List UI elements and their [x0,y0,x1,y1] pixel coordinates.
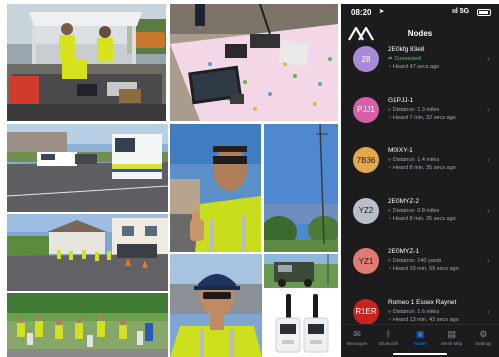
node-avatar: 7B36 [353,147,379,173]
collage-root: 08:20 ➤ ııl 5G Nodes 28 2E0kfg 83e8 ⇄ Conne… [0,0,499,357]
tab-label: Nodes [413,341,427,346]
messages-icon: ✉ [353,329,361,339]
photo-man-cap-sunglasses [170,254,262,357]
photo-meshtastic-devices [264,290,340,357]
chevron-right-icon: › [487,155,490,164]
clock-icon: ◔ [388,165,392,171]
tab-messages[interactable]: ✉ Messages [341,328,373,346]
location-arrow-icon: ➤ [379,9,385,15]
photo-table-radios [170,4,338,121]
node-heard-text: Heard 8 min, 35 secs ago [393,215,456,222]
photo-tall-antenna-mast [264,124,338,252]
node-distance: » Distance: 1.6 miles [388,309,439,315]
node-row[interactable]: YZ2 2E0MYZ-2» Distance: 0.8 miles ◔ Heard 8 … [341,197,499,248]
status-bar: 08:20 ➤ ııl 5G [341,4,499,20]
node-avatar: 28 [353,46,379,72]
tab-mesh-map[interactable]: ▤ Mesh Map [436,328,468,346]
node-distance: » Distance: 140 yards [388,258,441,264]
node-line1-text: Distance: 1.6 miles [392,308,440,315]
signal-indicator: ııl 5G [452,8,470,15]
node-name: 2E0kfg 83e8 [388,46,425,53]
node-heard-text: Heard 10 min, 59 secs ago [393,266,459,272]
tab-label: Messages [346,341,368,346]
node-distance: » Distance: 1.3 miles [388,107,439,113]
chevron-right-icon: › [487,104,490,114]
node-name: Romeo 1 Essex Raynet [388,298,457,306]
node-heard-text: Heard 47 secs ago [393,64,440,70]
node-line1-text: Distance: 0.8 miles [392,207,440,214]
node-heard-text: Heard 8 min, 35 secs ago [393,165,456,171]
node-line1-text: Distance: 1.3 miles [392,106,440,113]
node-row[interactable]: YZ1 2E0MYZ-1» Distance: 140 yards ◔ Heard 10… [341,248,499,298]
bluetooth-icon: ᛒ [385,329,392,339]
home-indicator [393,353,447,355]
node-name: G1PJJ-1 [388,96,414,104]
node-name: 2E0MYZ-2 [388,197,420,205]
distance-icon: » [388,106,391,113]
photo-landrover [264,254,338,288]
node-row[interactable]: PJJ1 G1PJJ-1» Distance: 1.3 miles ◔ Heard 7 … [341,96,499,147]
tab-label: Bluetooth [379,341,399,346]
battery-icon [477,9,491,16]
photo-runners-street [7,214,168,291]
clock-icon: ◔ [388,64,392,70]
node-last-heard: ◔ Heard 8 min, 35 secs ago [388,216,456,222]
tab-label: Settings [475,341,492,346]
node-line1-text: Distance: 140 yards [392,258,442,264]
clock-icon: ◔ [388,114,392,121]
node-heard-text: Heard 13 min, 42 secs ago [393,316,459,323]
node-line1-text: Connected [394,56,421,62]
tab-settings[interactable]: ⚙ Settings [467,328,499,346]
node-last-heard: ◔ Heard 7 min, 32 secs ago [388,115,456,121]
node-avatar: YZ2 [353,197,379,224]
clock-icon: ◔ [388,215,392,222]
node-row[interactable]: 7B36 M0IXY-1» Distance: 1.4 miles ◔ Heard 8 … [341,147,499,197]
nodes-icon: ▣ [415,329,425,339]
page-title: Nodes [407,29,433,38]
clock-icon: ◔ [388,266,392,272]
node-name: 2E0MYZ-1 [388,248,420,255]
chevron-right-icon: › [487,54,490,63]
chevron-right-icon: › [487,306,490,316]
meshtastic-phone-screen: 08:20 ➤ ııl 5G Nodes 28 2E0kfg 83e8 ⇄ Conne… [341,4,499,357]
map-icon: ▤ [447,329,457,339]
node-row[interactable]: 28 2E0kfg 83e8 ⇄ Connected ◔ Heard 47 secs ag… [341,46,499,96]
node-heard-text: Heard 7 min, 32 secs ago [393,114,456,121]
nav-bar: Nodes [341,22,499,44]
node-name: M0IXY-1 [388,147,413,154]
node-connection-status: ⇄ Connected [388,56,421,62]
clock-icon: ◔ [388,316,392,323]
node-last-heard: ◔ Heard 47 secs ago [388,64,439,70]
status-time: 08:20 [351,8,372,17]
node-last-heard: ◔ Heard 8 min, 35 secs ago [388,165,456,171]
tab-label: Mesh Map [441,341,463,346]
gear-icon: ⚙ [479,329,488,339]
photo-street-van [7,124,168,212]
chevron-right-icon: › [487,256,490,265]
node-last-heard: ◔ Heard 13 min, 42 secs ago [388,317,459,323]
chevron-right-icon: › [487,205,490,215]
tab-bluetooth[interactable]: ᛒ Bluetooth [373,328,405,346]
distance-icon: » [388,258,391,264]
photo-selfie-hivis-thumbsup [170,124,261,252]
node-avatar: YZ1 [353,248,379,274]
photo-marshals-park [7,293,168,357]
distance-icon: » [388,157,391,163]
tab-nodes[interactable]: ▣ Nodes [404,328,436,346]
connected-icon: ⇄ [388,56,393,62]
node-last-heard: ◔ Heard 10 min, 59 secs ago [388,266,459,272]
node-line1-text: Distance: 1.4 miles [392,157,440,163]
distance-icon: » [388,308,391,315]
node-distance: » Distance: 1.4 miles [388,157,439,163]
photo-gazebo-radio-station [7,4,166,121]
node-distance: » Distance: 0.8 miles [388,208,439,214]
distance-icon: » [388,207,391,214]
node-avatar: PJJ1 [353,96,379,123]
node-avatar: R1ER [353,298,379,325]
